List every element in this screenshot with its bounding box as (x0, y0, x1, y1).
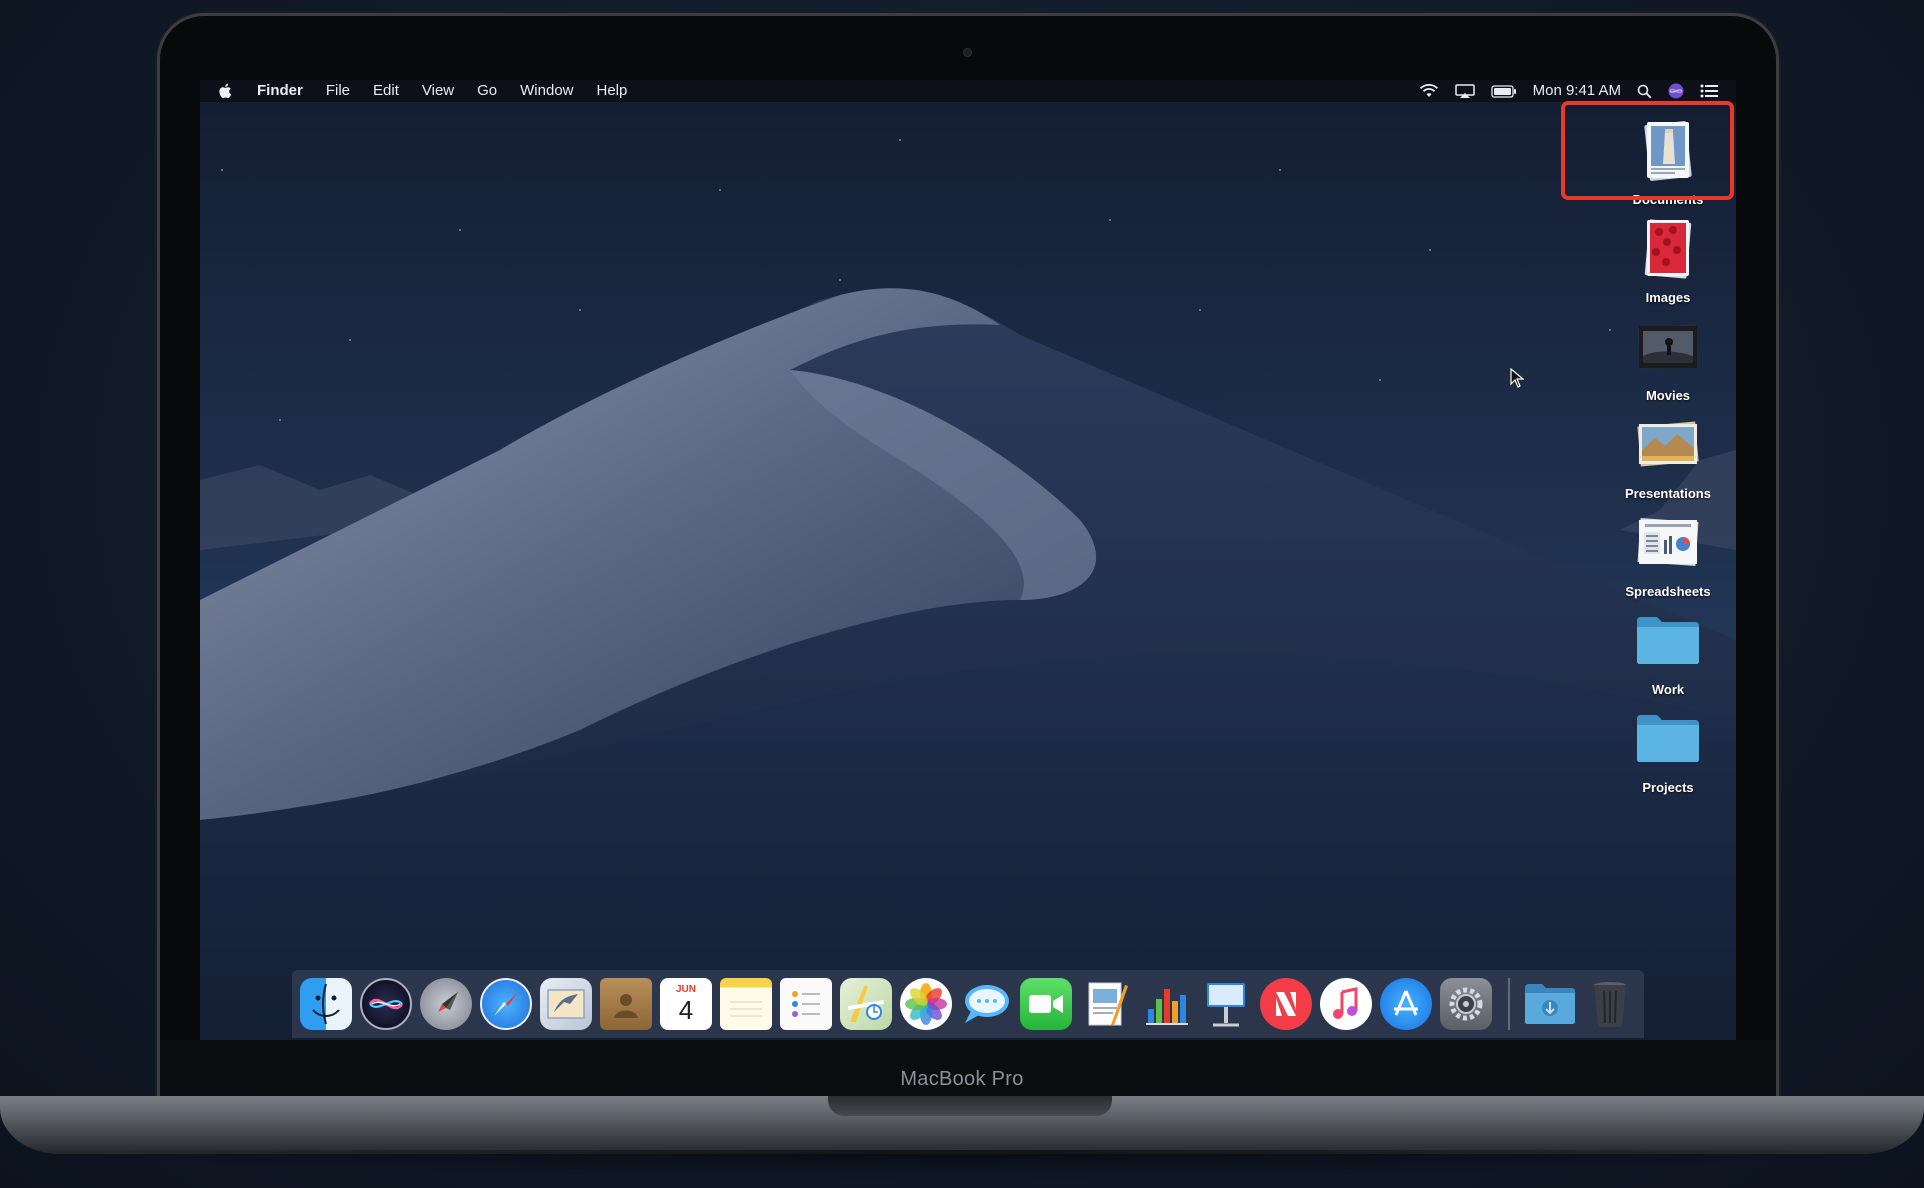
desktop-item-projects[interactable]: Projects (1608, 702, 1728, 796)
keynote-icon[interactable] (1200, 978, 1252, 1030)
menu-bar: Finder File Edit View Go Window Help Mon… (200, 80, 1736, 102)
images-stack-icon (1644, 219, 1692, 279)
desktop-item-label: Work (1651, 682, 1685, 697)
desktop-screen: Finder File Edit View Go Window Help Mon… (200, 80, 1736, 1040)
presentations-stack-icon (1637, 421, 1699, 467)
desktop-item-label: Spreadsheets (1625, 584, 1711, 599)
siri-icon[interactable] (1668, 83, 1684, 99)
spotlight-search-icon[interactable] (1637, 84, 1652, 99)
trash-icon[interactable] (1584, 978, 1636, 1030)
wifi-icon[interactable] (1419, 84, 1439, 98)
menu-go[interactable]: Go (477, 80, 497, 102)
menu-file[interactable]: File (326, 80, 350, 102)
menu-edit[interactable]: Edit (373, 80, 399, 102)
desktop-item-spreadsheets[interactable]: Spreadsheets (1608, 506, 1728, 600)
desktop-item-label: Images (1645, 290, 1691, 305)
desktop-item-work[interactable]: Work (1608, 604, 1728, 698)
contacts-icon[interactable] (600, 978, 652, 1030)
menu-clock[interactable]: Mon 9:41 AM (1533, 80, 1621, 102)
system-preferences-icon[interactable] (1440, 978, 1492, 1030)
maps-icon[interactable] (840, 978, 892, 1030)
battery-icon[interactable] (1490, 84, 1517, 98)
folder-icon (1637, 617, 1699, 664)
pages-icon[interactable] (1080, 978, 1132, 1030)
safari-icon[interactable] (480, 978, 532, 1030)
desktop-item-movies[interactable]: Movies (1608, 310, 1728, 404)
itunes-icon[interactable] (1320, 978, 1372, 1030)
mojave-wallpaper (200, 139, 1736, 1040)
notification-center-icon[interactable] (1700, 84, 1718, 98)
menu-help[interactable]: Help (597, 80, 628, 102)
app-store-icon[interactable] (1380, 978, 1432, 1030)
photos-icon[interactable] (900, 978, 952, 1030)
menu-window[interactable]: Window (520, 80, 573, 102)
messages-icon[interactable] (960, 978, 1012, 1030)
notes-icon[interactable] (720, 978, 772, 1030)
mail-icon[interactable] (540, 978, 592, 1030)
calendar-icon[interactable]: JUN 4 (660, 978, 712, 1030)
menu-view[interactable]: View (422, 80, 454, 102)
downloads-folder-icon[interactable] (1524, 978, 1576, 1030)
desktop-item-label: Projects (1642, 780, 1694, 795)
selection-highlight (1561, 101, 1734, 200)
desktop-item-presentations[interactable]: Presentations (1608, 408, 1728, 502)
camera-icon (963, 48, 972, 57)
mouse-cursor-icon (1510, 368, 1524, 388)
finder-icon[interactable] (300, 978, 352, 1030)
movies-stack-icon (1637, 324, 1699, 370)
calendar-day: 4 (678, 995, 694, 1025)
spreadsheets-stack-icon (1637, 518, 1699, 566)
laptop-base-notch (828, 1096, 1112, 1116)
apple-logo-icon[interactable] (218, 83, 232, 99)
desktop-item-label: Presentations (1625, 486, 1711, 501)
facetime-icon[interactable] (1020, 978, 1072, 1030)
dock: JUN 4 (292, 970, 1644, 1038)
device-label: MacBook Pro (900, 1068, 1024, 1090)
numbers-icon[interactable] (1140, 978, 1192, 1030)
folder-icon (1637, 715, 1699, 762)
launchpad-icon[interactable] (420, 978, 472, 1030)
desktop-item-label: Movies (1645, 388, 1691, 403)
laptop-shadow (60, 1150, 1864, 1180)
dock-separator (1508, 978, 1510, 1030)
siri-icon[interactable] (360, 978, 412, 1030)
desktop-item-images[interactable]: Images (1608, 212, 1728, 306)
reminders-icon[interactable] (780, 978, 832, 1030)
menu-finder[interactable]: Finder (257, 80, 303, 102)
news-icon[interactable] (1260, 978, 1312, 1030)
airplay-icon[interactable] (1454, 83, 1475, 99)
